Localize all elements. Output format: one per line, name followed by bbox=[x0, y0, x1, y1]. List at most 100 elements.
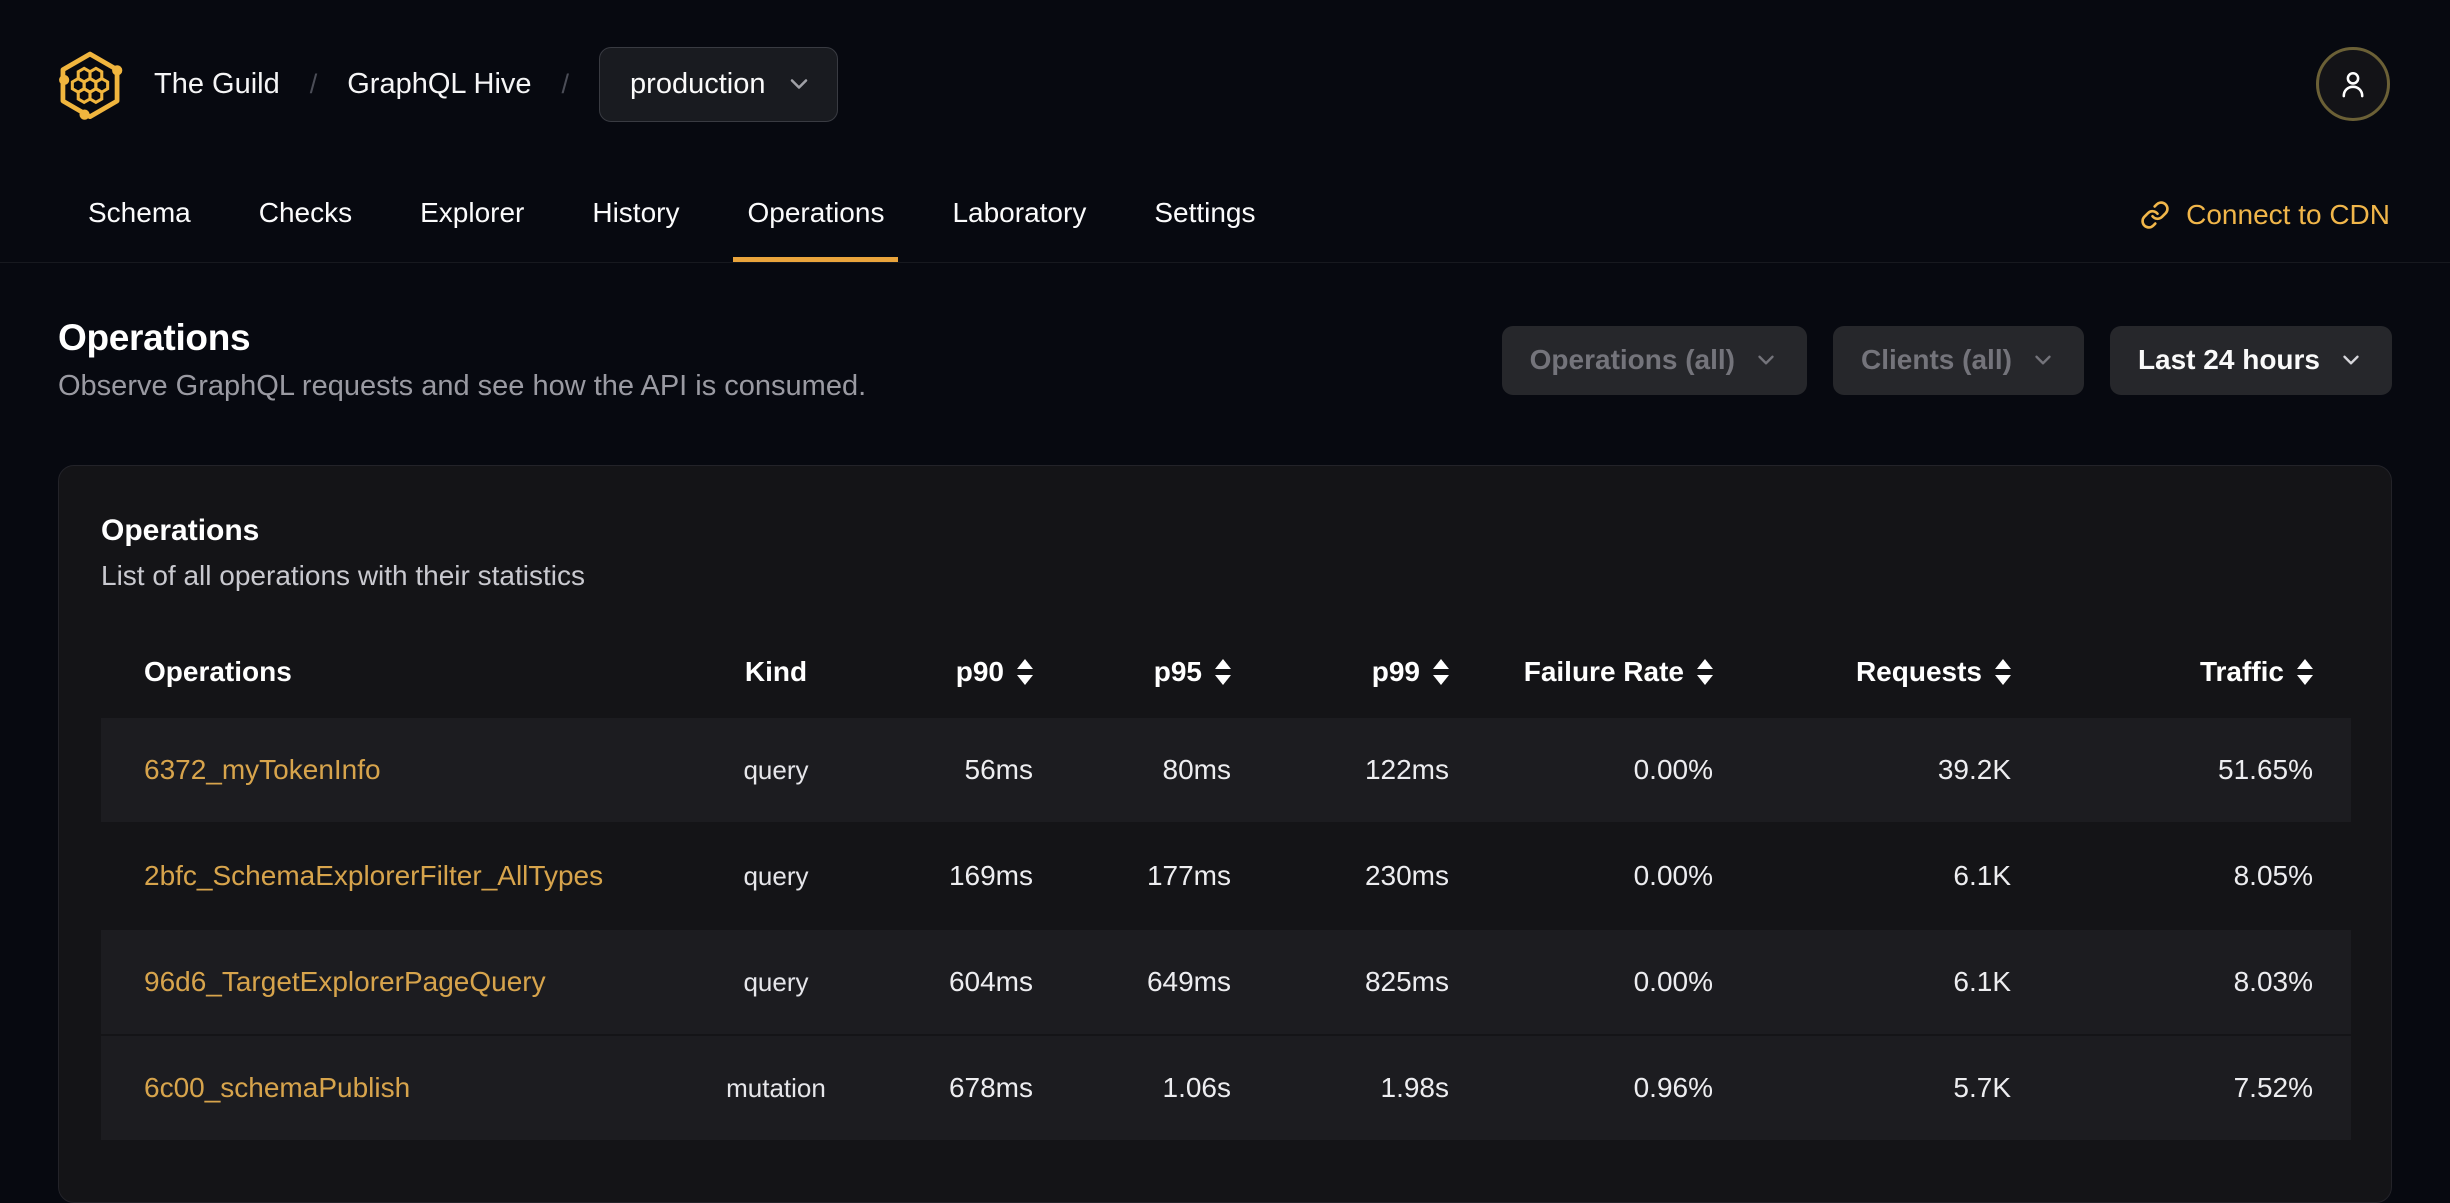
cell-failure_rate: 0.00% bbox=[1633, 754, 1713, 785]
link-icon bbox=[2141, 201, 2169, 229]
period-filter-button[interactable]: Last 24 hours bbox=[2109, 325, 2392, 395]
table-row: 6c00_schemaPublish mutation 678ms 1.06s 1.98… bbox=[101, 1036, 2351, 1140]
page-head: Operations Observe GraphQL requests and … bbox=[58, 317, 2392, 403]
tab-laboratory[interactable]: Laboratory bbox=[938, 168, 1100, 262]
table-header-row: Operations Kind p90 p95 p99 Failure Rate Reque… bbox=[101, 626, 2351, 718]
cell-requests: 6.1K bbox=[1953, 860, 2011, 891]
chevron-down-icon bbox=[1758, 355, 1774, 365]
top-header: The Guild / GraphQL Hive / production bbox=[0, 0, 2450, 168]
cell-kind: query bbox=[743, 754, 809, 785]
cell-kind: query bbox=[743, 966, 809, 997]
column-label: p99 bbox=[1371, 656, 1420, 687]
operations-card: Operations List of all operations with t… bbox=[58, 465, 2392, 1203]
cell-failure_rate: 0.96% bbox=[1633, 1072, 1713, 1103]
tab-operations[interactable]: Operations bbox=[733, 168, 899, 262]
column-label: Kind bbox=[744, 656, 808, 687]
column-label: p90 bbox=[955, 656, 1004, 687]
tab-history[interactable]: History bbox=[578, 168, 693, 262]
tab-explorer[interactable]: Explorer bbox=[406, 168, 538, 262]
cell-p95: 649ms bbox=[1146, 966, 1231, 997]
chevron-down-icon bbox=[2035, 355, 2051, 365]
cell-p95: 177ms bbox=[1146, 860, 1231, 891]
app-root: The Guild / GraphQL Hive / production Sc… bbox=[0, 0, 2450, 1203]
operations-filter-button[interactable]: Operations (all) bbox=[1501, 325, 1808, 395]
column-header-failure-rate[interactable]: Failure Rate bbox=[1489, 656, 1753, 688]
cell-traffic: 8.05% bbox=[2233, 860, 2313, 891]
breadcrumb: The Guild / GraphQL Hive / production bbox=[56, 46, 839, 122]
target-selector[interactable]: production bbox=[599, 46, 839, 122]
period-filter-label: Last 24 hours bbox=[2137, 344, 2320, 375]
column-label: Traffic bbox=[2199, 656, 2284, 687]
cell-requests: 5.7K bbox=[1953, 1072, 2011, 1103]
sort-arrows-icon bbox=[1215, 659, 1231, 685]
cell-kind: query bbox=[743, 860, 809, 891]
filters: Operations (all) Clients (all) Last 24 h… bbox=[1501, 325, 2392, 395]
table-row: 96d6_TargetExplorerPageQuery query 604ms 64… bbox=[101, 930, 2351, 1034]
operations-table: Operations Kind p90 p95 p99 Failure Rate Reque… bbox=[101, 626, 2351, 1140]
cell-traffic: 51.65% bbox=[2218, 754, 2313, 785]
cell-requests: 6.1K bbox=[1953, 966, 2011, 997]
card-title: Operations bbox=[101, 514, 260, 547]
sort-arrows-icon bbox=[1433, 659, 1449, 685]
cell-p95: 80ms bbox=[1162, 754, 1231, 785]
cell-operation: 96d6_TargetExplorerPageQuery bbox=[101, 966, 691, 998]
column-header-requests[interactable]: Requests bbox=[1753, 656, 2051, 688]
page-subtitle: Observe GraphQL requests and see how the… bbox=[58, 370, 867, 402]
cell-requests: 39.2K bbox=[1937, 754, 2011, 785]
cell-p90: 604ms bbox=[948, 966, 1033, 997]
cell-p90: 169ms bbox=[948, 860, 1033, 891]
table-body: 6372_myTokenInfo query 56ms 80ms 122ms 0.00% 3… bbox=[101, 718, 2351, 1140]
operations-filter-label: Operations (all) bbox=[1529, 344, 1736, 375]
operation-link[interactable]: 6372_myTokenInfo bbox=[144, 754, 381, 785]
sort-arrows-icon bbox=[2297, 659, 2313, 685]
column-header-operations: Operations bbox=[101, 656, 691, 688]
user-avatar-button[interactable] bbox=[2316, 47, 2390, 121]
column-header-p99[interactable]: p99 bbox=[1271, 656, 1489, 688]
tab-settings[interactable]: Settings bbox=[1140, 168, 1269, 262]
chevron-down-icon bbox=[791, 79, 808, 89]
operation-link[interactable]: 6c00_schemaPublish bbox=[144, 1072, 410, 1103]
cell-p90: 678ms bbox=[948, 1072, 1033, 1103]
clients-filter-label: Clients (all) bbox=[1861, 344, 2012, 375]
sort-arrows-icon bbox=[1995, 659, 2011, 685]
tab-checks[interactable]: Checks bbox=[245, 168, 366, 262]
column-header-kind: Kind bbox=[691, 656, 861, 688]
chevron-down-icon bbox=[2343, 355, 2359, 365]
card-subtitle: List of all operations with their statis… bbox=[101, 560, 585, 591]
hive-logo-icon[interactable] bbox=[56, 47, 124, 121]
clients-filter-button[interactable]: Clients (all) bbox=[1833, 325, 2084, 395]
cell-p99: 825ms bbox=[1364, 966, 1449, 997]
target-selector-value: production bbox=[630, 67, 766, 100]
cell-p99: 230ms bbox=[1364, 860, 1449, 891]
operation-link[interactable]: 2bfc_SchemaExplorerFilter_AllTypes bbox=[144, 860, 603, 891]
breadcrumb-separator: / bbox=[309, 68, 318, 99]
column-header-p90[interactable]: p90 bbox=[861, 656, 1073, 688]
cell-failure_rate: 0.00% bbox=[1633, 966, 1713, 997]
sort-arrows-icon bbox=[1697, 659, 1713, 685]
tab-schema[interactable]: Schema bbox=[74, 168, 205, 262]
cell-p99: 1.98s bbox=[1380, 1072, 1450, 1103]
cell-kind: mutation bbox=[726, 1072, 826, 1103]
user-icon bbox=[2342, 71, 2364, 98]
connect-to-cdn-link[interactable]: Connect to CDN bbox=[2140, 168, 2390, 262]
column-label: Requests bbox=[1855, 656, 1982, 687]
cell-traffic: 7.52% bbox=[2233, 1072, 2313, 1103]
column-label: p95 bbox=[1153, 656, 1202, 687]
cell-traffic: 8.03% bbox=[2233, 966, 2313, 997]
cell-failure_rate: 0.00% bbox=[1633, 860, 1713, 891]
connect-to-cdn-label: Connect to CDN bbox=[2186, 199, 2390, 230]
nav-tabs: Schema Checks Explorer History Operations Lab… bbox=[74, 168, 1270, 262]
cell-p99: 122ms bbox=[1364, 754, 1449, 785]
breadcrumb-org[interactable]: The Guild bbox=[154, 68, 280, 101]
cell-p90: 56ms bbox=[964, 754, 1033, 785]
page-title: Operations bbox=[58, 317, 251, 358]
cell-operation: 2bfc_SchemaExplorerFilter_AllTypes bbox=[101, 860, 691, 892]
column-header-p95[interactable]: p95 bbox=[1073, 656, 1271, 688]
table-row: 6372_myTokenInfo query 56ms 80ms 122ms 0.00% 3… bbox=[101, 718, 2351, 822]
column-label: Operations bbox=[144, 656, 292, 687]
breadcrumb-project[interactable]: GraphQL Hive bbox=[347, 68, 531, 101]
column-label: Failure Rate bbox=[1523, 656, 1684, 687]
operation-link[interactable]: 96d6_TargetExplorerPageQuery bbox=[144, 966, 546, 997]
nav-tabbar: Schema Checks Explorer History Operations Lab… bbox=[0, 168, 2450, 263]
column-header-traffic[interactable]: Traffic bbox=[2051, 656, 2353, 688]
